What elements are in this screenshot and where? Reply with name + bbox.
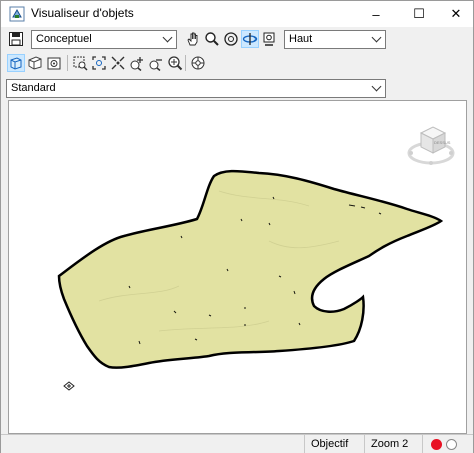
chevron-down-icon [162, 32, 173, 43]
view-select[interactable]: Haut [284, 30, 386, 49]
window-title: Visualiseur d'objets [31, 6, 134, 20]
navigation-icon[interactable] [189, 54, 207, 72]
orbit-icon[interactable] [222, 30, 240, 48]
zoom-status: Zoom 2 [364, 435, 420, 453]
toolbar-separator [185, 55, 186, 71]
toolbar-navigation [1, 51, 473, 75]
parallel-view-icon[interactable] [7, 54, 25, 72]
camera-icon[interactable] [45, 54, 63, 72]
perspective-view-icon[interactable] [26, 54, 44, 72]
steering-wheel-icon[interactable] [260, 30, 278, 48]
close-button[interactable]: ✕ [441, 1, 471, 27]
zoom-window-icon[interactable] [71, 54, 89, 72]
zoom-all-icon[interactable] [109, 54, 127, 72]
ucs-icon [63, 381, 75, 391]
terrain-surface [57, 169, 444, 369]
object-viewer-window: Visualiseur d'objets – ☐ ✕ Conceptuel Ha… [0, 0, 474, 453]
status-bar: Objectif 28 Zoom 2 [1, 434, 473, 453]
constrained-orbit-icon[interactable] [241, 30, 259, 48]
toolbar-separator [67, 55, 68, 71]
zoom-out-icon[interactable] [147, 54, 165, 72]
chevron-down-icon [371, 32, 382, 43]
visual-style-value: Conceptuel [36, 33, 92, 45]
view-value: Haut [289, 33, 313, 45]
zoom-in-icon[interactable] [128, 54, 146, 72]
ucs-select[interactable]: Standard [6, 79, 386, 98]
object-viewport[interactable]: DESSUS [8, 100, 467, 434]
zoom-realtime-icon[interactable] [166, 54, 184, 72]
visual-style-select[interactable]: Conceptuel [31, 30, 177, 49]
zoom-icon[interactable] [203, 30, 221, 48]
save-icon[interactable] [7, 30, 25, 48]
viewcube-face-label: DESSUS [434, 140, 451, 145]
chevron-down-icon [371, 81, 382, 92]
objective-status: Objectif 28 [304, 435, 362, 453]
title-bar: Visualiseur d'objets – ☐ ✕ [1, 1, 473, 27]
object-viewer-app-icon [9, 6, 25, 22]
minimize-button[interactable]: – [361, 1, 391, 27]
maximize-button[interactable]: ☐ [404, 1, 434, 27]
viewcube-icon[interactable]: DESSUS [407, 121, 455, 171]
red-status-dot[interactable] [431, 439, 442, 450]
ucs-value: Standard [11, 82, 56, 94]
zoom-extents-icon[interactable] [90, 54, 108, 72]
pan-icon[interactable] [184, 30, 202, 48]
white-status-dot[interactable] [446, 439, 457, 450]
toolbar-top: Conceptuel Haut [1, 27, 473, 51]
